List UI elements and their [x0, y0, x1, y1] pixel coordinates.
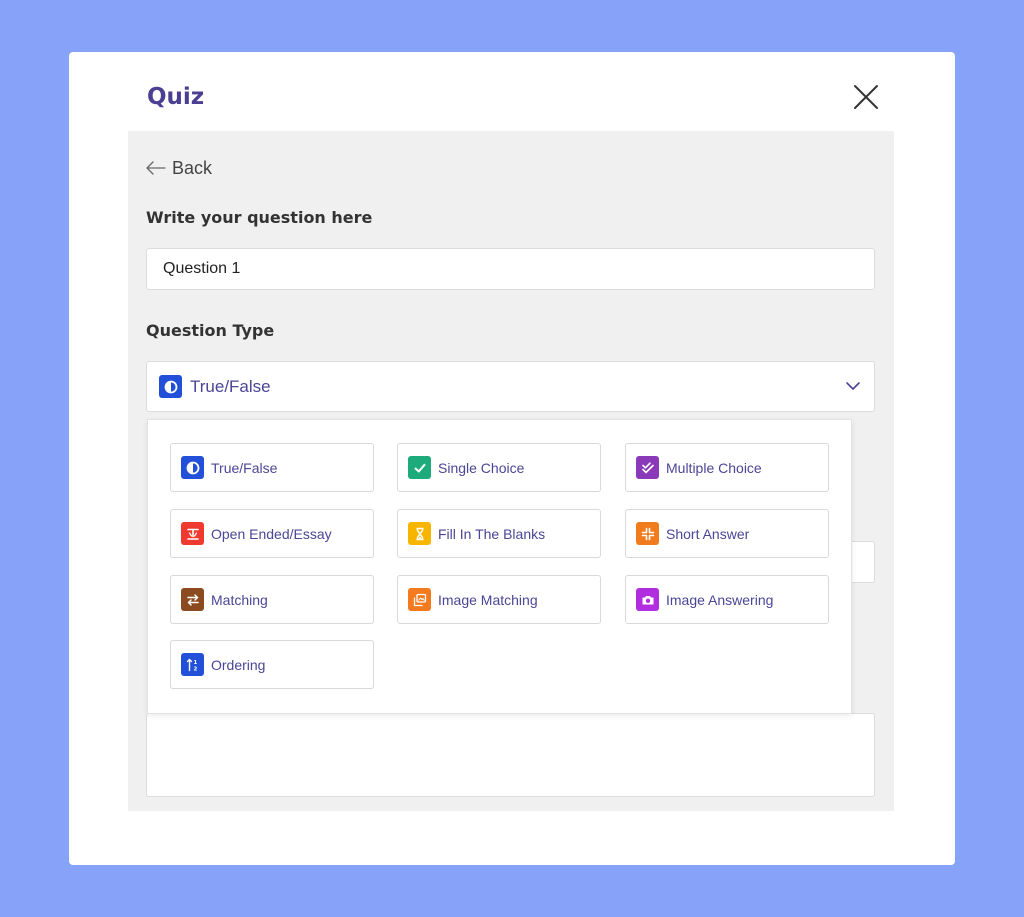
- option-label: Single Choice: [438, 459, 525, 476]
- option-image-matching[interactable]: Image Matching: [397, 575, 601, 624]
- question-type-dropdown: True/False Single Choice Multiple Choice…: [147, 419, 852, 714]
- option-single-choice[interactable]: Single Choice: [397, 443, 601, 492]
- option-label: Fill In The Blanks: [438, 525, 546, 542]
- sort-icon: 12: [181, 653, 204, 676]
- svg-text:2: 2: [193, 666, 197, 672]
- modal-title: Quiz: [147, 84, 205, 110]
- double-check-icon: [636, 456, 659, 479]
- swap-icon: [181, 588, 204, 611]
- hidden-textarea: [146, 713, 875, 797]
- back-link[interactable]: Back: [146, 157, 212, 179]
- half-circle-icon: [159, 375, 182, 398]
- close-icon: [854, 85, 878, 109]
- question-input[interactable]: [146, 248, 875, 290]
- hourglass-icon: [408, 522, 431, 545]
- text-icon: [181, 522, 204, 545]
- back-label: Back: [172, 157, 213, 178]
- chevron-down-icon: [846, 382, 860, 390]
- option-label: Image Answering: [666, 591, 774, 608]
- option-label: Image Matching: [438, 591, 538, 608]
- compress-icon: [636, 522, 659, 545]
- option-open-ended-essay[interactable]: Open Ended/Essay: [170, 509, 374, 558]
- svg-text:1: 1: [193, 660, 197, 666]
- option-label: Multiple Choice: [666, 459, 762, 476]
- half-circle-icon: [181, 456, 204, 479]
- option-multiple-choice[interactable]: Multiple Choice: [625, 443, 829, 492]
- option-true-false[interactable]: True/False: [170, 443, 374, 492]
- option-ordering[interactable]: 12 Ordering: [170, 640, 374, 689]
- option-short-answer[interactable]: Short Answer: [625, 509, 829, 558]
- option-image-answering[interactable]: Image Answering: [625, 575, 829, 624]
- close-button[interactable]: [851, 82, 881, 112]
- option-label: Short Answer: [666, 525, 750, 542]
- camera-icon: [636, 588, 659, 611]
- option-matching[interactable]: Matching: [170, 575, 374, 624]
- option-label: True/False: [211, 459, 278, 476]
- selected-type-label: True/False: [190, 376, 271, 396]
- question-type-select[interactable]: True/False: [146, 361, 875, 412]
- images-icon: [408, 588, 431, 611]
- option-label: Ordering: [211, 656, 266, 673]
- arrow-left-icon: [146, 161, 166, 175]
- question-label: Write your question here: [146, 208, 373, 227]
- option-label: Matching: [211, 591, 268, 608]
- option-label: Open Ended/Essay: [211, 525, 332, 542]
- option-fill-in-the-blanks[interactable]: Fill In The Blanks: [397, 509, 601, 558]
- check-icon: [408, 456, 431, 479]
- question-type-label: Question Type: [146, 321, 275, 340]
